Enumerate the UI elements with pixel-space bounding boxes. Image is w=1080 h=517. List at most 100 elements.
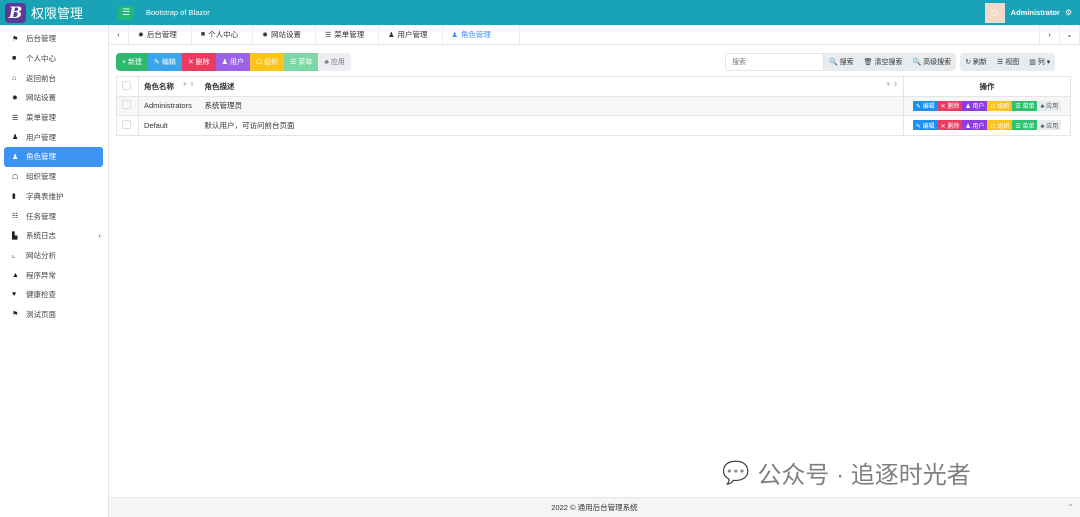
row-checkbox[interactable] (122, 119, 131, 129)
row-action-button[interactable]: ☖ 组织 (987, 120, 1013, 131)
sidebar-item-label: 系统日志 (26, 231, 56, 241)
tab-label: 后台管理 (146, 30, 177, 39)
view-button[interactable]: ☰ 视图 (992, 53, 1025, 71)
tab-icon: ☰ (324, 31, 332, 39)
sidebar-item-label: 组织管理 (26, 172, 56, 182)
user-menu[interactable]: ☺ Administrator ⚙ (984, 2, 1080, 23)
refresh-button[interactable]: ↻ 刷新 (960, 53, 992, 71)
sidebar-item[interactable]: ⌂ 返回前台 (4, 68, 103, 88)
sidebar-item-label: 网站设置 (26, 93, 56, 103)
filter-sort-icon[interactable]: ▼ ⇕ (885, 81, 898, 88)
chevron-left-icon: ‹ (98, 231, 102, 241)
sidebar-item[interactable]: ♟ 角色管理 (4, 147, 103, 167)
row-action-button[interactable]: ☰ 菜单 (1012, 120, 1038, 131)
row-action-button[interactable]: ♣ 应用 (1037, 100, 1062, 111)
toolbar-button[interactable]: ☰ 菜单 (284, 53, 319, 71)
scroll-top-icon[interactable]: ⌃ (1067, 503, 1074, 512)
logo[interactable]: B 权限管理 (0, 2, 108, 23)
toolbar-button[interactable]: ♣ 应用 (318, 53, 351, 71)
toolbar-button[interactable]: ♟ 用户 (215, 53, 250, 71)
tab-next-button[interactable]: › (1040, 25, 1060, 44)
tab-icon: ■ (200, 31, 206, 38)
sidebar-item[interactable]: ⚑ 测试页面 (4, 305, 103, 325)
column-header-name[interactable]: 角色名称 ▼ ⇕ (138, 76, 200, 97)
row-action-button[interactable]: ♣ 应用 (1037, 120, 1062, 131)
sidebar-item-label: 个人中心 (26, 54, 56, 64)
tab-prev-button[interactable]: ‹ (109, 25, 129, 44)
row-action-button[interactable]: ✎ 编辑 (912, 120, 938, 131)
tab-label: 菜单管理 (334, 30, 365, 39)
role-description: 默认用户，可访问前台页面 (199, 115, 904, 136)
tab-label: 个人中心 (208, 30, 239, 39)
row-action-button[interactable]: ✎ 编辑 (912, 100, 938, 111)
sidebar-item[interactable]: ▙ 系统日志 ‹ (4, 226, 103, 246)
sidebar-item[interactable]: ☰ 菜单管理 (4, 108, 103, 128)
row-actions: ✎ 编辑 ✕ 删除 ♟ 用户 ☖ 组织 ☰ 菜单 ♣ 应用 (903, 96, 1071, 116)
tab[interactable]: ✹ 网站设置 (253, 25, 316, 44)
select-all-checkbox[interactable] (122, 80, 131, 90)
row-action-button[interactable]: ✕ 删除 (937, 120, 963, 131)
clear-search-button[interactable]: 🗑 清空搜索 (858, 53, 908, 71)
settings-icon[interactable]: ⚙ (1065, 8, 1072, 17)
tab[interactable]: ♟ 用户管理 (379, 25, 443, 44)
table-row[interactable]: Default 默认用户，可访问前台页面 ✎ 编辑 ✕ 删除 ♟ 用户 ☖ 组织 ☰ 菜单 ♣… (116, 115, 1071, 136)
sidebar-item[interactable]: ✹ 网站设置 (4, 88, 103, 108)
flag-icon: ⚑ (12, 311, 19, 319)
tab[interactable]: ♟ 角色管理 (443, 25, 520, 44)
users-icon: ♟ (12, 153, 19, 161)
row-action-button[interactable]: ☖ 组织 (987, 100, 1013, 111)
toolbar-button[interactable]: ✎ 编辑 (148, 53, 182, 71)
row-action-button[interactable]: ☰ 菜单 (1012, 100, 1038, 111)
log-icon: ▙ (12, 232, 18, 240)
toolbar-button[interactable]: ✕ 删除 (181, 53, 216, 71)
sidebar-item[interactable]: ☖ 组织管理 (4, 167, 103, 187)
sidebar-item[interactable]: ♟ 用户管理 (4, 127, 103, 147)
sidebar-item[interactable]: ▲ 程序异常 (4, 265, 103, 285)
sidebar-item[interactable]: ⚑ 后台管理 (4, 29, 103, 49)
row-action-button[interactable]: ♟ 用户 (962, 100, 988, 111)
bars-icon: ☰ (12, 114, 19, 122)
heartbeat-icon: ♥ (12, 291, 17, 299)
tab[interactable]: ✹ 后台管理 (129, 25, 192, 44)
sidebar-item-label: 菜单管理 (26, 113, 56, 123)
row-action-button[interactable]: ♟ 用户 (962, 120, 988, 131)
role-name: Default (138, 115, 200, 136)
warning-icon: ▲ (12, 271, 19, 279)
sidebar-item-label: 返回前台 (26, 73, 56, 83)
gear-icon: ✹ (12, 94, 18, 102)
footer: 2022 © 通用后台管理系统 ⌃ (109, 497, 1080, 517)
search-button[interactable]: 🔍 搜索 (824, 53, 859, 71)
tab[interactable]: ☰ 菜单管理 (316, 25, 380, 44)
filter-sort-icon[interactable]: ▼ ⇕ (182, 81, 195, 88)
columns-button[interactable]: ▥ 列 ▾ (1024, 53, 1056, 71)
toolbar-button[interactable]: + 新建 (116, 53, 149, 71)
sidebar-item[interactable]: ♥ 健康检查 (4, 285, 103, 305)
role-name: Administrators (138, 96, 200, 116)
tab[interactable]: ■ 个人中心 (192, 25, 254, 44)
row-action-button[interactable]: ✕ 删除 (937, 100, 963, 111)
sidebar: ⚑ 后台管理 ■ 个人中心 ⌂ 返回前台 ✹ 网站设置 ☰ 菜单管理 ♟ 用户管理 ♟ 角色管理 ☖ 组织管理… (0, 25, 109, 517)
tab-label: 角色管理 (460, 30, 491, 39)
menu-toggle-button[interactable]: ☰ (118, 5, 134, 20)
tab-bar: ‹ ✹ 后台管理 ■ 个人中心 ✹ 网站设置 ☰ 菜单管理 ♟ 用户管理 ♟ 角色管理 › ⌄ (109, 25, 1080, 45)
advanced-search-button[interactable]: 🔍 高级搜索 (907, 53, 957, 71)
user-name: Administrator (1010, 8, 1060, 17)
sidebar-item-label: 角色管理 (26, 152, 56, 162)
chart-icon: ⌞ (12, 252, 16, 260)
sidebar-item-label: 程序异常 (26, 270, 56, 280)
tab-dropdown-button[interactable]: ⌄ (1060, 25, 1080, 44)
column-header-description[interactable]: 角色描述 ▼ ⇕ (199, 76, 904, 97)
tab-icon: ✹ (262, 31, 268, 39)
toolbar-button[interactable]: ☖ 组织 (249, 53, 285, 71)
table-row[interactable]: Administrators 系统管理员 ✎ 编辑 ✕ 删除 ♟ 用户 ☖ 组织 ☰ 菜单 ♣… (116, 96, 1071, 116)
sidebar-item[interactable]: ☷ 任务管理 (4, 206, 103, 226)
row-checkbox[interactable] (122, 100, 131, 110)
sidebar-item[interactable]: ■ 个人中心 (4, 49, 103, 69)
tab-icon: ✹ (138, 31, 144, 39)
sidebar-item-label: 健康检查 (26, 290, 56, 300)
sidebar-item[interactable]: ▮ 字典表维护 (4, 187, 103, 207)
tab-label: 网站设置 (270, 30, 301, 39)
sidebar-item[interactable]: ⌞ 网站分析 (4, 246, 103, 266)
search-input[interactable] (725, 53, 824, 71)
book-icon: ▮ (12, 193, 16, 201)
